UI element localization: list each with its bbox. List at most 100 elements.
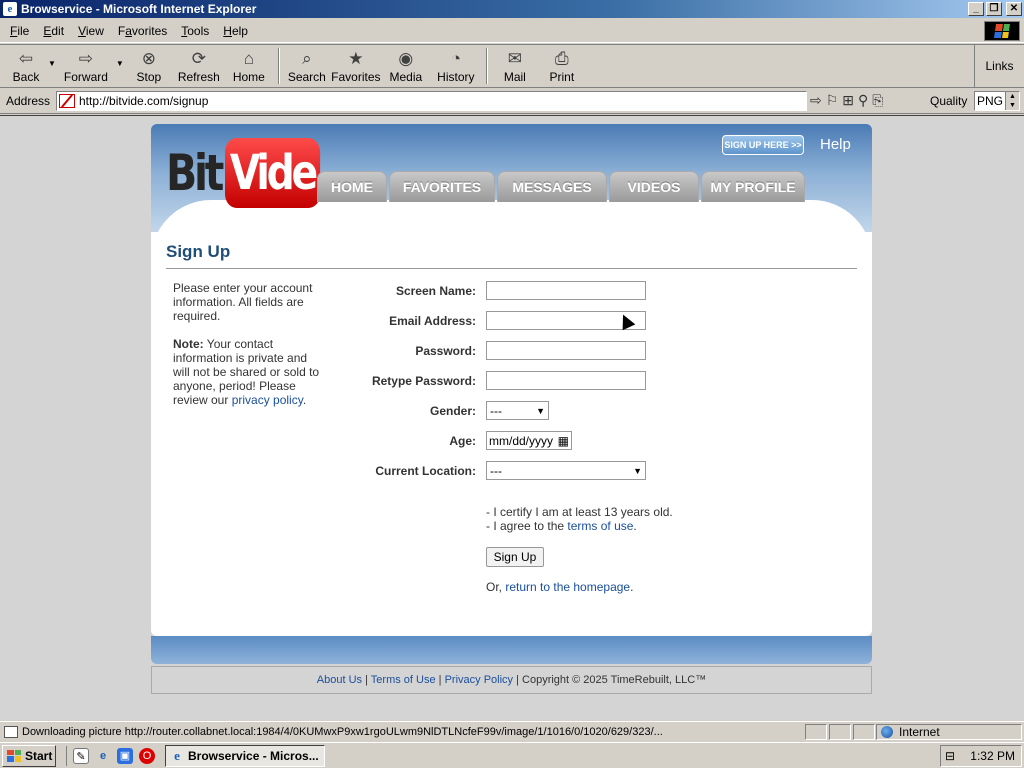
forward-dropdown-icon[interactable]: ▼ [116,59,124,68]
toolbar-separator [485,48,488,84]
taskbar: Start ✎ e ▣ O e Browservice - Micros... … [0,742,1024,768]
tab-messages[interactable]: MESSAGES [497,171,607,202]
email-row: Email Address: [356,311,646,330]
page-loading-icon [4,725,18,738]
stop-button[interactable]: ⊗ Stop [124,45,174,87]
bookmark-icon[interactable]: ⚐ [826,92,839,109]
age-row: Age: mm/dd/yyyy ▦ [356,431,572,450]
quick-launch: ✎ e ▣ O [66,745,155,766]
email-label: Email Address: [389,313,476,328]
menu-favorites[interactable]: Favorites [112,22,175,40]
system-tray: ⊟ 1:32 PM [940,745,1022,767]
ie-icon: e [3,2,17,16]
chevron-down-icon: ▼ [536,405,545,416]
return-homepage-link[interactable]: return to the homepage [505,580,630,594]
clock: 1:32 PM [970,749,1015,763]
minimize-button[interactable]: _ [968,2,984,16]
network-icon[interactable]: ⊟ [945,749,955,763]
windows-logo-icon [984,21,1020,41]
menu-tools[interactable]: Tools [175,22,217,40]
menu-view[interactable]: View [72,22,112,40]
back-dropdown-icon[interactable]: ▼ [48,59,56,68]
password-label: Password: [415,343,476,358]
chevron-down-icon: ▼ [633,465,642,476]
return-home-text: Or, return to the homepage. [486,580,634,594]
zoom-icon[interactable]: ⊞ [842,92,854,109]
window-title: Browservice - Microsoft Internet Explore… [21,2,257,16]
about-us-link[interactable]: About Us [317,674,362,686]
media-button[interactable]: ◉ Media [382,45,430,87]
tab-videos[interactable]: VIDEOS [609,171,699,202]
privacy-policy-link[interactable]: privacy policy [232,393,303,407]
refresh-button[interactable]: ⟳ Refresh [174,45,224,87]
signup-form: Please enter your account information. A… [166,269,857,614]
address-input[interactable]: http://bitvide.com/signup [56,91,807,111]
notepad-icon[interactable]: ✎ [73,747,89,764]
gender-label: Gender: [429,403,476,418]
copyright-text: | Copyright © 2025 TimeRebuilt, LLC™ [513,674,707,686]
retype-password-label: Retype Password: [371,373,476,388]
quality-label: Quality [930,94,968,108]
ie-quicklaunch-icon[interactable]: e [95,748,111,764]
note-paragraph: Note: Your contact information is privat… [173,337,320,407]
security-zone: Internet [876,724,1022,740]
back-button[interactable]: ⇦ Back [4,45,48,87]
quality-spinner-icon[interactable]: ▲ ▼ [1005,92,1019,110]
taskbar-browservice-window[interactable]: e Browservice - Micros... [165,744,325,767]
help-link[interactable]: Help [820,136,851,153]
intro-paragraph: Please enter your account information. A… [173,281,313,323]
favorites-button[interactable]: ★ Favorites [330,45,382,87]
forward-button[interactable]: ⇨ Forward [56,45,116,87]
password-input[interactable] [486,341,646,360]
mail-button[interactable]: ✉ Mail [492,45,538,87]
screen-name-row: Screen Name: [356,281,646,300]
site-header: Bit Vide SIGN UP HERE >> Help HOME FAVOR… [151,124,872,232]
menu-file[interactable]: File [4,22,37,40]
page-blocked-icon [59,94,75,108]
footer-privacy-link[interactable]: Privacy Policy [445,674,513,686]
start-button[interactable]: Start [2,744,56,767]
stop-icon: ⊗ [141,49,156,68]
intro-text: Please enter your account information. A… [173,281,325,407]
signup-button[interactable]: Sign Up [486,547,544,567]
tab-my-profile[interactable]: MY PROFILE [701,171,805,202]
links-button[interactable]: Links [974,45,1024,87]
status-panels [805,724,875,740]
home-icon: ⌂ [243,49,254,68]
age-date-input[interactable]: mm/dd/yyyy ▦ [486,431,572,450]
calendar-icon[interactable]: ▦ [558,434,569,448]
status-panel [805,724,827,740]
desktop-icon[interactable]: ▣ [117,747,133,764]
location-select[interactable]: --- ▼ [486,461,646,480]
signup-here-button[interactable]: SIGN UP HERE >> [722,135,804,155]
gender-select[interactable]: --- ▼ [486,401,549,420]
home-button[interactable]: ⌂ Home [224,45,274,87]
clipboard-icon[interactable]: ⎘ [872,92,883,109]
bitvide-logo[interactable]: Bit Vide [166,138,341,208]
site-footer-links: About Us | Terms of Use | Privacy Policy… [151,666,872,694]
tab-home[interactable]: HOME [317,171,387,202]
search-button[interactable]: ⌕ Search [284,45,330,87]
go-arrow-icon[interactable]: ⇨ [810,92,822,109]
media-icon: ◉ [398,49,414,68]
printer-icon: ⎙ [555,49,569,68]
print-button[interactable]: ⎙ Print [538,45,586,87]
site-container: Bit Vide SIGN UP HERE >> Help HOME FAVOR… [151,124,872,664]
gender-row: Gender: --- ▼ [356,401,549,420]
find-icon[interactable]: ⚲ [858,92,868,109]
screen-name-label: Screen Name: [395,283,476,298]
site-footer-bar [151,636,872,664]
address-bar: Address http://bitvide.com/signup ⇨ ⚐ ⊞ … [0,89,1024,114]
terms-of-use-link[interactable]: terms of use [567,519,633,533]
restore-button[interactable]: ❐ [986,2,1002,16]
quality-select[interactable]: PNG ▲ ▼ [974,91,1020,111]
screen-name-input[interactable] [486,281,646,300]
close-button[interactable]: ✕ [1006,2,1022,16]
menu-help[interactable]: Help [217,22,256,40]
footer-terms-link[interactable]: Terms of Use [371,674,436,686]
menu-edit[interactable]: Edit [37,22,72,40]
opera-icon[interactable]: O [139,747,155,764]
history-button[interactable]: ◔ History [430,45,482,87]
retype-password-input[interactable] [486,371,646,390]
tab-favorites[interactable]: FAVORITES [389,171,495,202]
